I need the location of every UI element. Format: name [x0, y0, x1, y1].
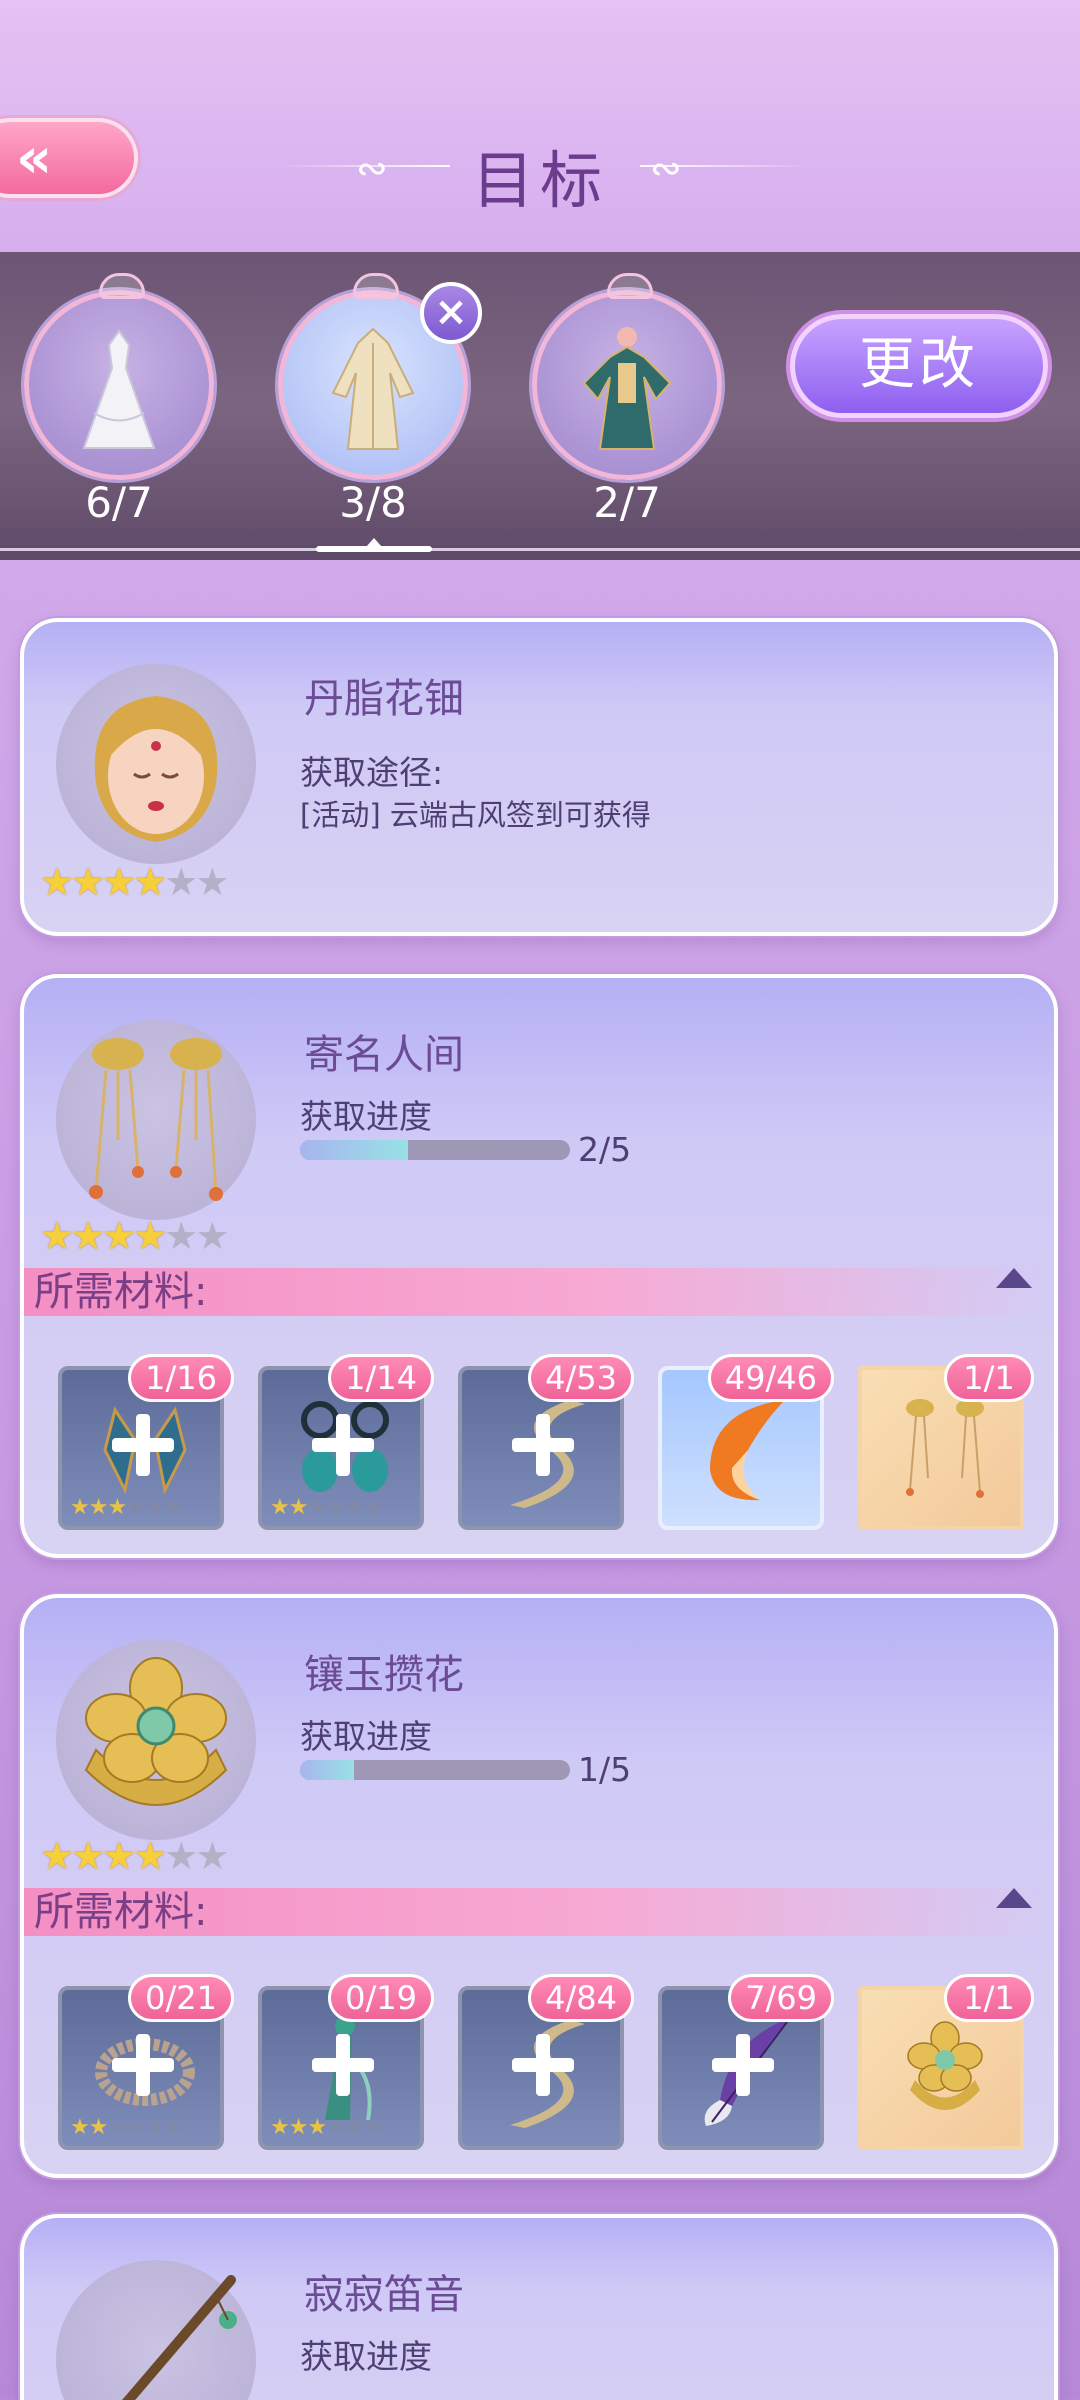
item-card-2[interactable]: 寄名人间 获取进度 2/5 ★★★★★★ 所需材料: ★★★★★★ 1/16 ★… [20, 974, 1058, 1558]
plus-icon [512, 2034, 574, 2096]
material-stars: ★★★★★★ [70, 1495, 183, 1520]
header: « ∾ ∾ 目标 [0, 0, 1080, 252]
plus-icon [312, 2034, 374, 2096]
material-count: 1/14 [328, 1354, 434, 1402]
material-slot[interactable]: 4/53 [458, 1354, 634, 1530]
progress-fill [300, 1760, 354, 1780]
material-count: 1/1 [944, 1974, 1034, 2022]
item-thumbnail [56, 1640, 256, 1840]
material-count: 0/21 [128, 1974, 234, 2022]
materials-label: 所需材料: [34, 1889, 208, 1935]
outfit-slot-1[interactable] [24, 273, 214, 480]
crown-ornament-icon [607, 273, 653, 299]
material-count: 4/53 [528, 1354, 634, 1402]
change-button[interactable]: 更改 [790, 314, 1048, 418]
crown-ornament-icon [99, 273, 145, 299]
face-decoration-icon [94, 696, 218, 842]
page-title: 目标 [471, 144, 608, 217]
material-slot[interactable]: 1/1 [858, 1354, 1034, 1530]
rarity-stars: ★★★★★★ [40, 860, 229, 904]
outfit-3-count: 2/7 [593, 478, 661, 527]
outfit-1-count: 6/7 [85, 478, 153, 527]
plus-icon [112, 2034, 174, 2096]
material-stars: ★★★★★★ [70, 2115, 183, 2140]
source-label: 获取途径: [300, 753, 444, 792]
outfit-slot-3[interactable] [532, 273, 722, 480]
plus-icon [512, 1414, 574, 1476]
strip-divider [0, 548, 1080, 551]
flute-icon [122, 2275, 237, 2400]
progress-bar [300, 1760, 570, 1780]
material-slot[interactable]: ★★★★★★ 1/14 [258, 1354, 434, 1530]
design-scroll-icon [906, 1399, 984, 1498]
item-name: 镶玉攒花 [304, 1652, 464, 1698]
crown-ornament-icon [353, 273, 399, 299]
plus-icon [112, 1414, 174, 1476]
collapse-arrow-icon[interactable] [996, 1268, 1032, 1288]
material-stars: ★★★★★★ [270, 2115, 383, 2140]
rarity-stars: ★★★★★★ [40, 1214, 229, 1258]
white-gown-icon [82, 329, 156, 449]
progress-text: 2/5 [578, 1130, 632, 1169]
selected-indicator-arrow [366, 538, 382, 547]
progress-text: 1/5 [578, 1750, 632, 1789]
progress-label: 获取进度 [300, 2337, 432, 2376]
item-thumbnail [56, 1020, 256, 1220]
material-slot[interactable]: 1/1 [858, 1974, 1034, 2150]
plus-icon [712, 2034, 774, 2096]
materials-header: 所需材料: [24, 1888, 1054, 1936]
item-thumbnail [56, 2260, 256, 2400]
material-count: 1/1 [944, 1354, 1034, 1402]
plus-icon [312, 1414, 374, 1476]
progress-bar [300, 1140, 570, 1160]
fox-tail-icon [710, 1400, 785, 1501]
material-slot[interactable]: ★★★★★★ 0/21 [58, 1974, 234, 2150]
jade-flower-ring-icon [84, 1657, 228, 1806]
item-name: 寂寂笛音 [304, 2272, 464, 2318]
material-count: 0/19 [328, 1974, 434, 2022]
item-name: 寄名人间 [304, 1032, 464, 1078]
close-icon: × [434, 289, 468, 335]
materials-header: 所需材料: [24, 1268, 1054, 1316]
material-count: 4/84 [528, 1974, 634, 2022]
design-scroll-icon [907, 2021, 983, 2110]
cream-robe-icon [331, 327, 415, 450]
collapse-arrow-icon[interactable] [996, 1888, 1032, 1908]
material-slot[interactable]: 7/69 [658, 1974, 834, 2150]
progress-fill [300, 1140, 408, 1160]
material-slot[interactable]: ★★★★★★ 0/19 [258, 1974, 434, 2150]
item-card-3[interactable]: 镶玉攒花 获取进度 1/5 ★★★★★★ 所需材料: ★★★★★★ 0/21 ★… [20, 1594, 1058, 2178]
material-count: 7/69 [728, 1974, 834, 2022]
remove-outfit-button[interactable]: × [420, 282, 482, 344]
item-card-1[interactable]: 丹脂花钿 获取途径: [活动] 云端古风签到可获得 ★★★★★★ [20, 618, 1058, 936]
materials-label: 所需材料: [34, 1269, 208, 1315]
rarity-stars: ★★★★★★ [40, 1834, 229, 1878]
item-card-4[interactable]: 寂寂笛音 获取进度 [20, 2214, 1058, 2400]
material-stars: ★★★★★★ [270, 1495, 383, 1520]
progress-label: 获取进度 [300, 1097, 432, 1136]
item-name: 丹脂花钿 [304, 676, 464, 722]
material-slot[interactable]: 49/46 [658, 1354, 834, 1530]
material-slot[interactable]: ★★★★★★ 1/16 [58, 1354, 234, 1530]
teal-hanfu-icon [582, 327, 672, 450]
cloud-earrings-icon [89, 1038, 223, 1201]
material-count: 1/16 [128, 1354, 234, 1402]
source-text: [活动] 云端古风签到可获得 [300, 798, 651, 832]
material-count: 49/46 [707, 1354, 834, 1402]
material-slot[interactable]: 4/84 [458, 1974, 634, 2150]
progress-label: 获取进度 [300, 1717, 432, 1756]
item-thumbnail [56, 664, 256, 864]
outfit-2-count: 3/8 [339, 478, 407, 527]
